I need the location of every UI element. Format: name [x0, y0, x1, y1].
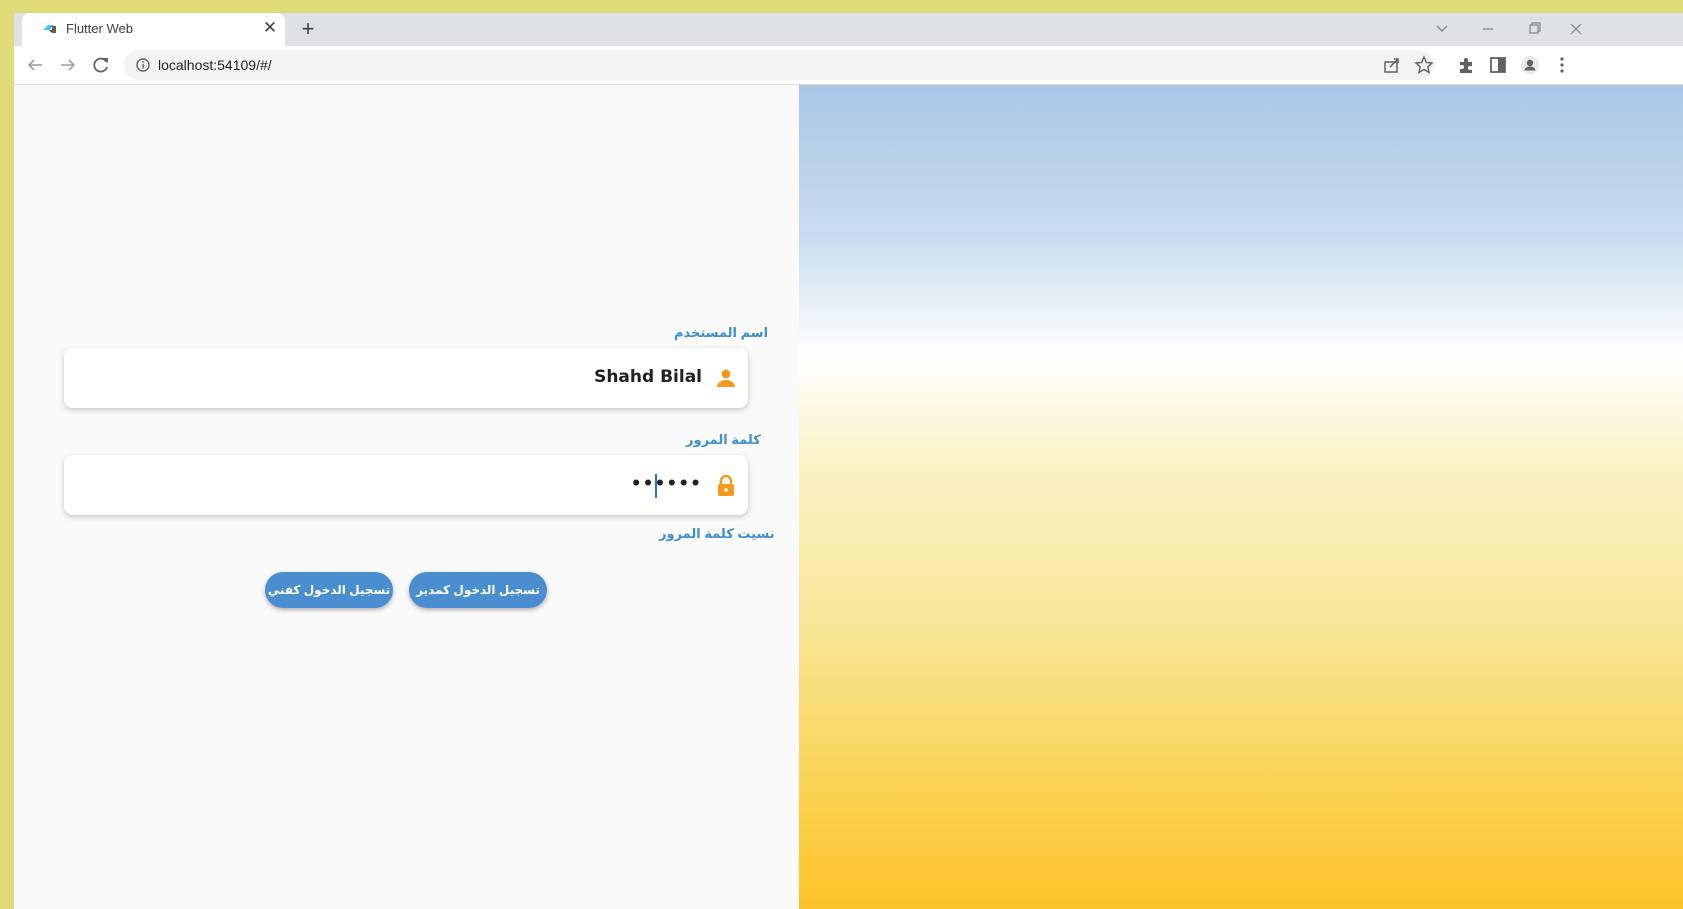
minimize-icon[interactable] [1476, 19, 1500, 39]
browser-toolbar: localhost:54109/#/ [14, 46, 1683, 85]
profile-avatar-icon[interactable] [1520, 55, 1540, 75]
page-content: اسم المستخدم Shahd Bilal كلمة المرور •••… [14, 85, 1683, 909]
username-field[interactable]: Shahd Bilal [64, 348, 748, 408]
back-icon[interactable] [24, 54, 46, 76]
browser-window: Flutter Web ✕ + localhost:54109/#/ اسم ا… [14, 13, 1683, 909]
extensions-icon[interactable] [1456, 55, 1476, 75]
login-as-manager-button[interactable]: تسجيل الدخول كمدير [409, 572, 547, 608]
share-icon[interactable] [1382, 55, 1402, 75]
forgot-password-link[interactable]: نسيت كلمة المرور [659, 526, 775, 542]
window-close-icon[interactable] [1564, 19, 1588, 39]
bookmark-star-icon[interactable] [1414, 55, 1434, 75]
reload-icon[interactable] [90, 54, 112, 76]
flutter-favicon-icon [43, 25, 56, 33]
password-label: كلمة المرور [686, 432, 761, 447]
person-icon [717, 369, 735, 387]
lock-icon [718, 474, 734, 496]
forward-icon[interactable] [57, 54, 79, 76]
password-field[interactable]: •••••• [64, 455, 748, 515]
tab-search-icon[interactable] [1430, 19, 1454, 39]
menu-kebab-icon[interactable] [1552, 55, 1572, 75]
login-panel: اسم المستخدم Shahd Bilal كلمة المرور •••… [14, 85, 799, 909]
username-value[interactable]: Shahd Bilal [594, 367, 702, 387]
side-panel-icon[interactable] [1488, 55, 1508, 75]
tab-close-icon[interactable]: ✕ [260, 18, 280, 38]
tab-strip: Flutter Web ✕ + [14, 13, 1683, 46]
login-as-technician-button[interactable]: تسجيل الدخول كفني [265, 572, 393, 608]
new-tab-button[interactable]: + [296, 17, 320, 41]
address-bar[interactable]: localhost:54109/#/ [124, 50, 1434, 80]
url-text[interactable]: localhost:54109/#/ [158, 57, 272, 73]
username-label: اسم المستخدم [674, 325, 769, 340]
info-icon[interactable] [136, 58, 150, 72]
restore-icon[interactable] [1522, 19, 1546, 39]
browser-tab[interactable]: Flutter Web ✕ [22, 13, 285, 46]
password-value[interactable]: •••••• [631, 474, 702, 494]
tab-title: Flutter Web [66, 21, 133, 36]
branding-panel: fani [799, 85, 1683, 909]
